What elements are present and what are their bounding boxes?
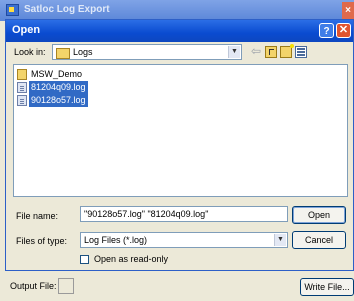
help-button[interactable]: ? <box>319 23 334 38</box>
log-file-icon <box>17 82 27 93</box>
open-dialog: Open ? ✕ Look in: Logs ▼ ⇦ MSW_Demo 8120… <box>5 19 354 271</box>
views-menu-icon[interactable] <box>295 46 307 58</box>
write-file-button[interactable]: Write File... <box>300 278 354 296</box>
look-in-dropdown[interactable]: Logs ▼ <box>52 44 242 60</box>
log-file-icon <box>17 95 27 106</box>
new-folder-icon[interactable] <box>280 44 294 58</box>
dialog-title: Open <box>12 24 41 36</box>
parent-close-button[interactable]: × <box>342 2 354 19</box>
files-of-type-label: Files of type: <box>16 236 68 246</box>
files-of-type-value: Log Files (*.log) <box>84 235 148 245</box>
back-arrow-icon[interactable]: ⇦ <box>251 45 263 57</box>
file-name-input[interactable]: "90128o57.log" "81204q09.log" <box>80 206 288 222</box>
read-only-checkbox[interactable] <box>80 255 89 264</box>
read-only-label: Open as read-only <box>94 254 169 264</box>
file-list[interactable]: MSW_Demo 81204q09.log 90128o57.log <box>13 64 348 197</box>
list-item-label: 81204q09.log <box>29 81 88 94</box>
dialog-close-button[interactable]: ✕ <box>336 23 351 38</box>
look-in-label: Look in: <box>14 47 46 57</box>
app-icon <box>6 4 19 16</box>
dialog-title-bar[interactable]: Open ? ✕ <box>6 20 353 42</box>
cancel-button[interactable]: Cancel <box>292 231 346 249</box>
output-file-label: Output File: <box>10 281 57 291</box>
files-of-type-dropdown[interactable]: Log Files (*.log) ▼ <box>80 232 288 248</box>
list-item-label: 90128o57.log <box>29 94 88 107</box>
file-name-label: File name: <box>16 211 59 221</box>
list-item-label: MSW_Demo <box>31 69 83 79</box>
open-button[interactable]: Open <box>292 206 346 224</box>
parent-title-bar[interactable]: Satloc Log Export × <box>0 0 354 21</box>
folder-icon <box>56 48 70 59</box>
output-file-field[interactable] <box>58 278 74 294</box>
parent-window-title: Satloc Log Export <box>24 4 110 15</box>
look-in-value: Logs <box>73 47 93 57</box>
chevron-down-icon[interactable]: ▼ <box>228 46 240 58</box>
up-one-level-icon[interactable] <box>265 46 277 58</box>
folder-icon <box>17 69 27 80</box>
chevron-down-icon[interactable]: ▼ <box>274 234 286 246</box>
